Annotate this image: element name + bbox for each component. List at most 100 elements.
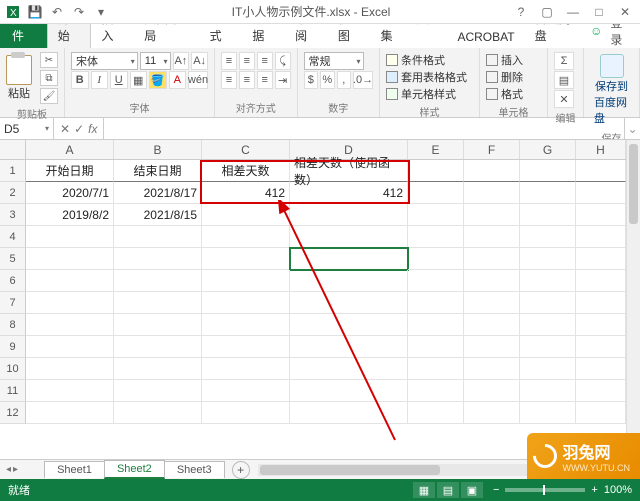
cell[interactable]: 2021/8/17 [114,182,202,204]
cell[interactable] [202,248,290,270]
cell[interactable] [576,204,626,226]
cell[interactable] [290,358,408,380]
vertical-scrollbar[interactable] [626,140,640,459]
cell[interactable] [202,402,290,424]
clear-icon[interactable]: ✕ [554,90,574,108]
cell[interactable] [464,204,520,226]
cell[interactable] [464,358,520,380]
cell[interactable] [464,182,520,204]
cell[interactable] [464,292,520,314]
font-color-icon[interactable]: A [169,71,187,89]
maximize-icon[interactable]: □ [590,5,608,19]
copy-icon[interactable]: ⧉ [40,70,58,86]
cell[interactable] [576,248,626,270]
format-cells-button[interactable]: 格式 [486,86,541,102]
minimize-icon[interactable]: — [564,5,582,19]
font-name-select[interactable]: 宋体 [71,52,138,70]
cell[interactable] [576,270,626,292]
fill-icon[interactable]: ▤ [554,71,574,89]
cell[interactable] [520,402,576,424]
cell[interactable]: 相差天数 [202,160,290,182]
cut-icon[interactable]: ✂ [40,52,58,68]
format-painter-icon[interactable]: 🖌 [40,88,58,104]
phonetic-icon[interactable]: wén [188,71,208,89]
page-layout-view-icon[interactable]: ▤ [437,482,459,498]
cell[interactable] [520,270,576,292]
number-format-select[interactable]: 常规 [304,52,364,70]
cell[interactable] [520,380,576,402]
cell[interactable]: 412 [290,182,408,204]
cell[interactable] [464,160,520,182]
cell[interactable] [464,314,520,336]
worksheet-grid[interactable]: A B C D E F G H 1 开始日期 结束日期 相差天数 相差天数（使用… [0,140,640,459]
underline-button[interactable]: U [110,71,128,89]
cell[interactable] [576,182,626,204]
cell[interactable] [26,226,114,248]
zoom-in-icon[interactable]: + [591,484,597,496]
cell[interactable] [408,380,464,402]
col-header-g[interactable]: G [520,140,576,159]
cell[interactable] [26,314,114,336]
cell[interactable] [520,248,576,270]
feedback-icon[interactable]: ☺ [590,24,602,38]
cell[interactable] [576,380,626,402]
row-header[interactable]: 3 [0,204,26,226]
increase-decimal-icon[interactable]: .0→ [353,71,373,89]
align-center-icon[interactable]: ≡ [239,71,255,89]
font-size-select[interactable]: 11 [140,52,171,70]
bold-button[interactable]: B [71,71,89,89]
redo-icon[interactable]: ↷ [70,3,88,21]
sheet-tab[interactable]: Sheet3 [164,461,225,478]
cell[interactable] [408,336,464,358]
zoom-out-icon[interactable]: − [493,484,499,496]
cell[interactable] [290,314,408,336]
align-top-icon[interactable]: ≡ [221,52,237,70]
row-header[interactable]: 11 [0,380,26,402]
cell[interactable] [114,270,202,292]
table-format-button[interactable]: 套用表格格式 [386,69,473,85]
cell[interactable] [520,336,576,358]
save-icon[interactable]: 💾 [26,3,44,21]
cell[interactable] [290,292,408,314]
row-header[interactable]: 2 [0,182,26,204]
decrease-font-icon[interactable]: A↓ [191,52,208,70]
cell[interactable]: 2019/8/2 [26,204,114,226]
enter-formula-icon[interactable]: ✓ [74,122,84,136]
cell[interactable]: 结束日期 [114,160,202,182]
cell[interactable] [408,160,464,182]
border-icon[interactable]: ▦ [130,71,148,89]
currency-icon[interactable]: $ [304,71,319,89]
col-header-c[interactable]: C [202,140,290,159]
cell[interactable] [576,402,626,424]
help-icon[interactable]: ? [512,5,530,19]
cell[interactable] [26,380,114,402]
cell[interactable] [26,248,114,270]
col-header-e[interactable]: E [408,140,464,159]
cell[interactable] [464,270,520,292]
cell[interactable]: 2021/8/15 [114,204,202,226]
cell-style-button[interactable]: 单元格样式 [386,86,473,102]
cell[interactable] [408,226,464,248]
percent-icon[interactable]: % [320,71,335,89]
cell[interactable] [26,336,114,358]
align-left-icon[interactable]: ≡ [221,71,237,89]
col-header-h[interactable]: H [576,140,626,159]
cell[interactable] [464,226,520,248]
qat-more-icon[interactable]: ▾ [92,3,110,21]
cell[interactable] [26,292,114,314]
cell[interactable] [114,402,202,424]
cell[interactable] [464,248,520,270]
cell[interactable] [202,226,290,248]
cell[interactable] [26,270,114,292]
cell[interactable] [576,336,626,358]
row-header[interactable]: 9 [0,336,26,358]
cell[interactable] [520,182,576,204]
ribbon-options-icon[interactable]: ▢ [538,5,556,19]
align-right-icon[interactable]: ≡ [257,71,273,89]
cell[interactable] [202,270,290,292]
cell[interactable] [520,226,576,248]
sheet-nav-first-icon[interactable]: ◂ [6,464,11,475]
cell[interactable]: 开始日期 [26,160,114,182]
cell[interactable] [464,380,520,402]
fx-icon[interactable]: fx [88,122,97,136]
